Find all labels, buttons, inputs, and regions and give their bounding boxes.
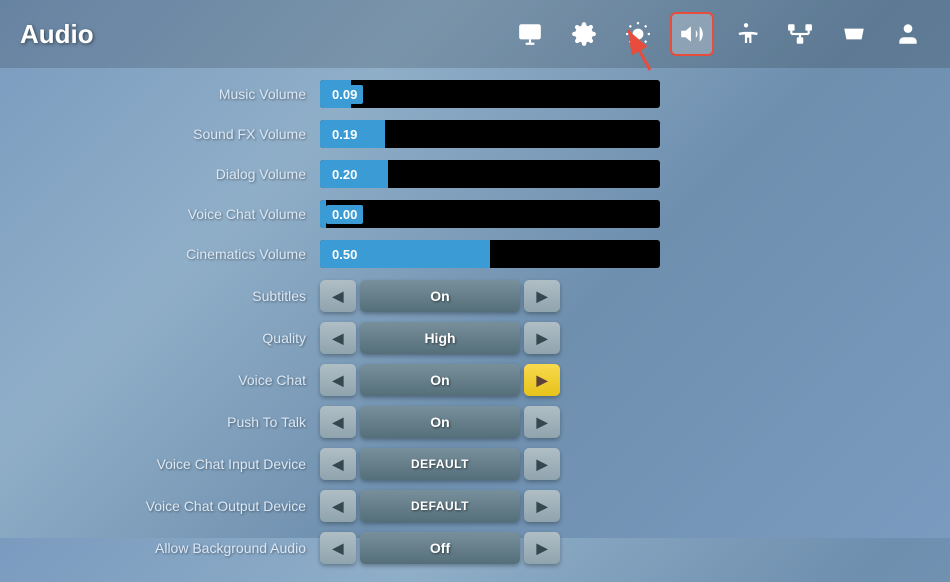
voice-chat-input-left-btn[interactable]: ◀ <box>320 448 356 480</box>
cinematics-volume-fill: 0.50 <box>320 240 490 268</box>
voice-chat-output-value: DEFAULT <box>360 490 520 522</box>
dialog-volume-fill: 0.20 <box>320 160 388 188</box>
music-volume-fill: 0.09 <box>320 80 351 108</box>
push-to-talk-left-btn[interactable]: ◀ <box>320 406 356 438</box>
voicechat-left-btn[interactable]: ◀ <box>320 364 356 396</box>
subtitles-value: On <box>360 280 520 312</box>
toggle-row-voicechat: Voice Chat ◀ On ▶ <box>60 362 890 398</box>
voice-chat-output-right-btn[interactable]: ▶ <box>524 490 560 522</box>
subtitles-controls: ◀ On ▶ <box>320 280 560 312</box>
voicechat-controls: ◀ On ▶ <box>320 364 560 396</box>
red-arrow-indicator <box>570 10 660 75</box>
dialog-volume-value: 0.20 <box>326 165 363 184</box>
main-content: Music Volume 0.09 Sound FX Volume 0.19 D… <box>0 68 950 582</box>
quality-left-btn[interactable]: ◀ <box>320 322 356 354</box>
push-to-talk-label: Push To Talk <box>60 414 320 430</box>
soundfx-volume-fill: 0.19 <box>320 120 385 148</box>
nav-icon-account[interactable] <box>886 12 930 56</box>
push-to-talk-value: On <box>360 406 520 438</box>
dialog-volume-label: Dialog Volume <box>60 166 320 182</box>
voicechat-volume-value: 0.00 <box>326 205 363 224</box>
background-audio-label: Allow Background Audio <box>60 540 320 556</box>
music-volume-track[interactable]: 0.09 <box>320 80 660 108</box>
toggle-row-voice-chat-output: Voice Chat Output Device ◀ DEFAULT ▶ <box>60 488 890 524</box>
slider-row-dialog-volume: Dialog Volume 0.20 <box>60 158 890 190</box>
slider-row-music-volume: Music Volume 0.09 <box>60 78 890 110</box>
background-audio-value: Off <box>360 532 520 564</box>
cinematics-volume-label: Cinematics Volume <box>60 246 320 262</box>
background-audio-controls: ◀ Off ▶ <box>320 532 560 564</box>
voicechat-label: Voice Chat <box>60 372 320 388</box>
voice-chat-input-controls: ◀ DEFAULT ▶ <box>320 448 560 480</box>
nav-icon-audio[interactable] <box>670 12 714 56</box>
voice-chat-output-label: Voice Chat Output Device <box>60 498 320 514</box>
voice-chat-input-right-btn[interactable]: ▶ <box>524 448 560 480</box>
quality-controls: ◀ High ▶ <box>320 322 560 354</box>
voice-chat-output-controls: ◀ DEFAULT ▶ <box>320 490 560 522</box>
toggle-row-subtitles: Subtitles ◀ On ▶ <box>60 278 890 314</box>
background-audio-right-btn[interactable]: ▶ <box>524 532 560 564</box>
toggle-row-push-to-talk: Push To Talk ◀ On ▶ <box>60 404 890 440</box>
toggle-row-voice-chat-input: Voice Chat Input Device ◀ DEFAULT ▶ <box>60 446 890 482</box>
subtitles-label: Subtitles <box>60 288 320 304</box>
push-to-talk-controls: ◀ On ▶ <box>320 406 560 438</box>
dialog-volume-track[interactable]: 0.20 <box>320 160 660 188</box>
soundfx-volume-label: Sound FX Volume <box>60 126 320 142</box>
cinematics-volume-track[interactable]: 0.50 <box>320 240 660 268</box>
voicechat-volume-label: Voice Chat Volume <box>60 206 320 222</box>
voicechat-right-btn[interactable]: ▶ <box>524 364 560 396</box>
music-volume-label: Music Volume <box>60 86 320 102</box>
soundfx-volume-track[interactable]: 0.19 <box>320 120 660 148</box>
subtitles-right-btn[interactable]: ▶ <box>524 280 560 312</box>
header: Audio <box>0 0 950 68</box>
background-audio-left-btn[interactable]: ◀ <box>320 532 356 564</box>
toggle-row-background-audio: Allow Background Audio ◀ Off ▶ <box>60 530 890 566</box>
page-title: Audio <box>20 19 94 50</box>
slider-row-soundfx-volume: Sound FX Volume 0.19 <box>60 118 890 150</box>
voice-chat-input-value: DEFAULT <box>360 448 520 480</box>
soundfx-volume-value: 0.19 <box>326 125 363 144</box>
quality-right-btn[interactable]: ▶ <box>524 322 560 354</box>
nav-icon-accessibility[interactable] <box>724 12 768 56</box>
voicechat-volume-fill: 0.00 <box>320 200 326 228</box>
voice-chat-output-left-btn[interactable]: ◀ <box>320 490 356 522</box>
voice-chat-input-label: Voice Chat Input Device <box>60 456 320 472</box>
music-volume-value: 0.09 <box>326 85 363 104</box>
nav-icon-network[interactable] <box>778 12 822 56</box>
quality-value: High <box>360 322 520 354</box>
cinematics-volume-value: 0.50 <box>326 245 363 264</box>
push-to-talk-right-btn[interactable]: ▶ <box>524 406 560 438</box>
voicechat-value: On <box>360 364 520 396</box>
nav-icon-display[interactable] <box>508 12 552 56</box>
slider-row-voicechat-volume: Voice Chat Volume 0.00 <box>60 198 890 230</box>
nav-icon-gamepad[interactable] <box>832 12 876 56</box>
subtitles-left-btn[interactable]: ◀ <box>320 280 356 312</box>
toggle-row-quality: Quality ◀ High ▶ <box>60 320 890 356</box>
slider-row-cinematics-volume: Cinematics Volume 0.50 <box>60 238 890 270</box>
voicechat-volume-track[interactable]: 0.00 <box>320 200 660 228</box>
quality-label: Quality <box>60 330 320 346</box>
